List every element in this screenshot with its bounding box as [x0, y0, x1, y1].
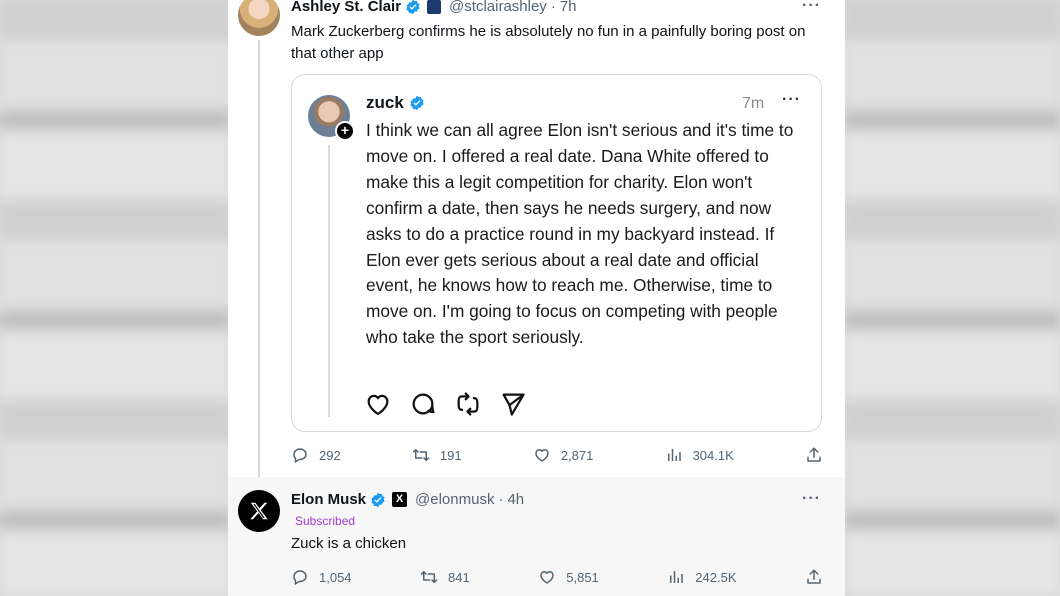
reply-count: 292 — [319, 447, 341, 463]
reply-text: Zuck is a chicken — [291, 535, 407, 552]
avatar[interactable] — [238, 490, 280, 532]
views-button[interactable]: 242.5K — [667, 568, 737, 586]
reply-action-bar: 1,054 841 5,851 242.5K — [291, 568, 823, 586]
x-logo-icon — [250, 502, 268, 520]
repost-icon[interactable] — [454, 390, 482, 418]
like-count: 5,851 — [566, 569, 599, 585]
view-count: 304.1K — [692, 447, 734, 463]
quote-author-name[interactable]: zuck — [366, 93, 404, 113]
blurred-background-right — [845, 0, 1060, 596]
repost-button[interactable]: 841 — [420, 568, 470, 586]
blurred-background-left — [0, 0, 230, 596]
reply-more-options-icon[interactable]: ··· — [802, 490, 821, 508]
view-count: 242.5K — [695, 569, 737, 585]
reply-time[interactable]: 4h — [507, 491, 524, 508]
share-button[interactable] — [805, 568, 823, 586]
repost-button[interactable]: 191 — [412, 446, 462, 464]
tweet-text: Mark Zuckerberg confirms he is absolutel… — [291, 23, 806, 62]
like-button[interactable]: 5,851 — [538, 568, 599, 586]
author-name[interactable]: Ashley St. Clair — [291, 0, 401, 15]
share-send-icon[interactable] — [499, 390, 527, 418]
subscribed-label: Subscribed — [295, 514, 356, 528]
more-options-icon[interactable]: ··· — [802, 0, 821, 15]
comment-icon[interactable] — [409, 390, 437, 418]
tweet-time[interactable]: 7h — [560, 0, 577, 15]
quote-thread-line — [328, 145, 330, 417]
quote-more-icon[interactable]: ··· — [782, 91, 801, 109]
verified-badge-icon — [371, 492, 385, 507]
author-handle[interactable]: @stclairashley — [449, 0, 547, 15]
repost-count: 191 — [439, 447, 462, 463]
affiliation-badge-icon — [427, 0, 442, 14]
views-chart-icon — [667, 449, 681, 461]
share-button[interactable] — [805, 446, 823, 464]
heart-icon — [535, 449, 549, 462]
views-button[interactable]: 304.1K — [665, 446, 734, 464]
reply-button[interactable]: 1,054 — [291, 568, 352, 586]
comment-icon — [293, 570, 307, 586]
separator-dot: · — [550, 0, 556, 15]
like-count: 2,871 — [560, 447, 594, 463]
like-button[interactable]: 2,871 — [533, 446, 594, 464]
repost-count: 841 — [448, 569, 470, 585]
share-upload-icon — [807, 569, 821, 584]
reply-header: Elon Musk X @elonmusk · 4h — [291, 491, 524, 508]
tweet-thread-card: Ashley St. Clair @stclairashley · 7h ···… — [228, 0, 845, 596]
thread-line — [258, 40, 260, 486]
separator-dot: · — [498, 491, 504, 508]
x-affiliation-badge: X — [392, 492, 408, 507]
avatar[interactable] — [238, 0, 280, 36]
quote-text: I think we can all agree Elon isn't seri… — [366, 120, 794, 348]
reply-author-name[interactable]: Elon Musk — [291, 491, 366, 508]
views-chart-icon — [670, 571, 684, 583]
tweet-action-bar: 292 191 2,871 304.1K — [291, 446, 823, 464]
quoted-post[interactable]: + zuck 7m ··· I think we can all agree E… — [291, 74, 822, 432]
comment-icon — [293, 448, 307, 464]
repost-icon — [412, 449, 430, 461]
heart-icon[interactable] — [364, 390, 392, 418]
reply-author-handle[interactable]: @elonmusk — [415, 491, 494, 508]
tweet-header: Ashley St. Clair @stclairashley · 7h — [291, 0, 577, 15]
share-upload-icon — [807, 447, 821, 462]
verified-badge-icon — [410, 95, 424, 111]
follow-plus-icon[interactable]: + — [335, 121, 355, 141]
quote-actions — [364, 390, 527, 418]
reply-count: 1,054 — [319, 569, 352, 585]
quote-time: 7m — [742, 95, 765, 112]
reply-button[interactable]: 292 — [291, 446, 341, 464]
heart-icon — [540, 571, 554, 584]
verified-badge-icon — [406, 0, 420, 14]
repost-icon — [420, 571, 438, 583]
quote-header: zuck — [366, 93, 425, 113]
